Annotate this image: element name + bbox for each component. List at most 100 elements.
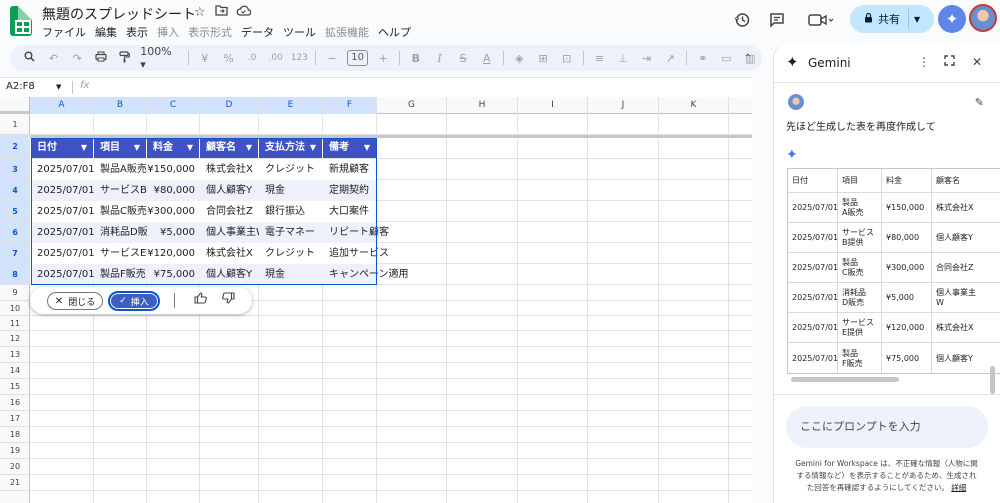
table-cell[interactable]: 銀行振込 [259, 201, 323, 222]
fill-color-icon[interactable]: ◈ [510, 52, 530, 65]
sheets-logo-icon[interactable] [10, 6, 32, 36]
table-cell[interactable]: 定期契約 [323, 180, 377, 201]
table-cell[interactable]: ¥75,000 [147, 264, 200, 285]
number-format-button[interactable]: 123 [290, 53, 310, 63]
menu-item-1[interactable]: 編集 [95, 24, 117, 40]
column-header-C[interactable]: C [147, 97, 200, 114]
table-cell[interactable]: リピート顧客 [323, 222, 389, 243]
row-header-10[interactable]: 10 [0, 301, 30, 316]
expand-icon[interactable] [944, 55, 955, 69]
column-header-H[interactable]: H [447, 97, 518, 114]
vertical-align-icon[interactable]: ⊥ [613, 52, 633, 65]
row-header-19[interactable]: 19 [0, 443, 30, 459]
print-icon[interactable] [91, 51, 111, 65]
column-header-I[interactable]: I [518, 97, 588, 114]
row-header-2[interactable]: 2 [0, 135, 30, 159]
row-header-21[interactable]: 21 [0, 475, 30, 491]
row-header-17[interactable]: 17 [0, 411, 30, 427]
chevron-down-icon[interactable]: ▼ [81, 138, 87, 158]
table-cell[interactable]: 合同会社Z [200, 201, 259, 222]
cloud-status-icon[interactable] [236, 5, 252, 20]
spreadsheet-grid[interactable]: ABCDEFGHIJK 1 2 3 4 5 6 7 8 9 10 11 12 13 14 15 16 17 18 1… [0, 97, 752, 503]
collapse-toolbar-icon[interactable]: ⌃ [744, 53, 752, 64]
vertical-scrollbar[interactable] [990, 366, 995, 394]
column-header-F[interactable]: F [323, 97, 377, 114]
bold-icon[interactable]: B [406, 52, 426, 65]
document-title[interactable]: 無題のスプレッドシート [42, 4, 196, 24]
insert-button[interactable]: ✓ 挿入 [108, 291, 160, 311]
column-header-J[interactable]: J [588, 97, 659, 114]
table-header-cell[interactable]: 項目 ▼ [94, 138, 147, 158]
table-header-cell[interactable]: 顧客名 ▼ [200, 138, 259, 158]
row-header-15[interactable]: 15 [0, 379, 30, 395]
name-box[interactable]: A2:F8 ▼ [6, 81, 68, 92]
table-cell[interactable]: 大口案件 [323, 201, 377, 222]
menu-item-8[interactable]: ヘルプ [378, 24, 411, 40]
table-cell[interactable]: 消耗品D販売 [94, 222, 147, 243]
more-vert-icon[interactable]: ⋮ [918, 55, 930, 69]
italic-icon[interactable]: I [430, 52, 450, 65]
table-cell[interactable]: 電子マネー [259, 222, 323, 243]
font-size-decrease-button[interactable]: − [322, 52, 342, 65]
currency-format-button[interactable]: ¥ [195, 52, 215, 65]
horizontal-align-icon[interactable]: ≡ [590, 52, 610, 65]
table-cell[interactable]: クレジット [259, 243, 323, 264]
row-header-8[interactable]: 8 [0, 264, 30, 285]
menu-item-3[interactable]: 挿入 [157, 24, 179, 40]
table-cell[interactable]: 2025/07/01 [31, 243, 94, 264]
table-cell[interactable]: 個人顧客Y [200, 264, 259, 285]
row-header-18[interactable]: 18 [0, 427, 30, 443]
row-header-11[interactable]: 11 [0, 316, 30, 331]
row-header-5[interactable]: 5 [0, 201, 30, 222]
table-cell[interactable]: 製品A販売 [94, 159, 147, 180]
row-header-3[interactable]: 3 [0, 159, 30, 180]
row-header-12[interactable]: 12 [0, 331, 30, 347]
menu-item-7[interactable]: 拡張機能 [325, 24, 369, 40]
table-header-cell[interactable]: 日付 ▼ [31, 138, 94, 158]
search-menus-icon[interactable] [20, 51, 40, 65]
menu-item-5[interactable]: データ [241, 24, 274, 40]
chevron-down-icon[interactable]: ▼ [914, 15, 920, 24]
table-cell[interactable]: 株式会社X [200, 243, 259, 264]
table-cell[interactable]: 新規顧客 [323, 159, 377, 180]
chevron-down-icon[interactable]: ▼ [56, 83, 61, 91]
percent-format-button[interactable]: % [219, 52, 239, 65]
font-size-increase-button[interactable]: + [373, 52, 393, 65]
table-cell[interactable]: 個人顧客Y [200, 180, 259, 201]
star-icon[interactable]: ☆ [194, 5, 206, 20]
row-header-7[interactable]: 7 [0, 243, 30, 264]
table-cell[interactable]: ¥300,000 [147, 201, 200, 222]
chevron-down-icon[interactable]: ▼ [187, 138, 193, 158]
strikethrough-icon[interactable]: S [453, 52, 473, 65]
table-cell[interactable]: サービスE提 [94, 243, 147, 264]
column-header-K[interactable]: K [659, 97, 729, 114]
undo-icon[interactable]: ↶ [44, 52, 64, 65]
close-icon[interactable]: ✕ [972, 55, 982, 69]
table-cell[interactable]: ¥150,000 [147, 159, 200, 180]
close-button[interactable]: ✕ 閉じる [47, 292, 103, 310]
table-header-cell[interactable]: 備考 ▼ [323, 138, 377, 158]
row-header-20[interactable]: 20 [0, 459, 30, 475]
text-rotation-icon[interactable]: ↗ [660, 52, 680, 65]
row-header-1[interactable]: 1 [0, 114, 30, 135]
comment-icon[interactable] [763, 6, 791, 34]
table-cell[interactable]: 2025/07/01 [31, 180, 94, 201]
history-icon[interactable] [728, 6, 756, 34]
table-cell[interactable]: ¥5,000 [147, 222, 200, 243]
horizontal-scrollbar[interactable] [791, 377, 899, 382]
gemini-sparkle-icon[interactable]: ✦ [938, 5, 966, 33]
insert-comment-icon[interactable]: ▭ [717, 52, 737, 65]
thumbs-up-icon[interactable] [194, 292, 207, 308]
table-cell[interactable]: 製品F販売 [94, 264, 147, 285]
table-cell[interactable]: ¥120,000 [147, 243, 200, 264]
table-cell[interactable]: 現金 [259, 264, 323, 285]
merge-cells-icon[interactable]: ⊡ [557, 52, 577, 65]
font-size-input[interactable]: 10 [346, 50, 369, 66]
table-header-cell[interactable]: 支払方法 ▼ [259, 138, 323, 158]
redo-icon[interactable]: ↷ [67, 52, 87, 65]
table-cell[interactable]: 2025/07/01 [31, 201, 94, 222]
zoom-select[interactable]: 100% ▾ [140, 45, 180, 71]
table-cell[interactable]: キャンペーン適用 [323, 264, 409, 285]
paint-format-icon[interactable] [115, 50, 135, 66]
learn-more-link[interactable]: 詳細 [951, 483, 966, 492]
